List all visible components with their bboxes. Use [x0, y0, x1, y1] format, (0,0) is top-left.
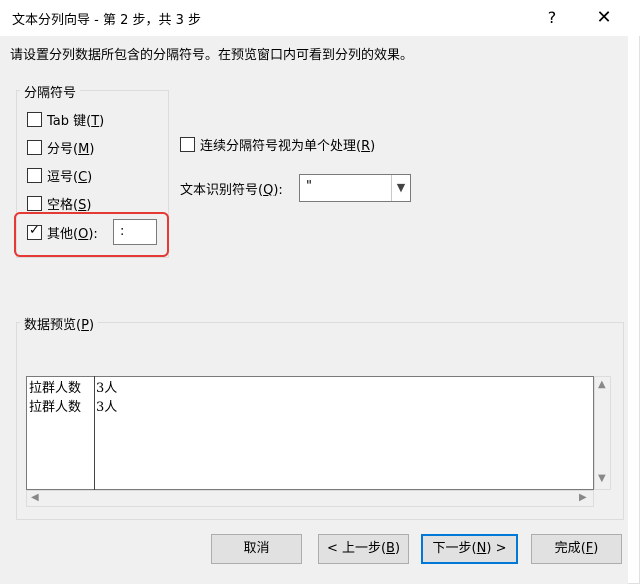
scroll-up-icon[interactable]: ▲ [598, 379, 606, 390]
tab-checkbox[interactable] [27, 112, 42, 127]
semicolon-label-text: 分号 [47, 142, 74, 157]
background-sheet-edge [628, 36, 640, 584]
close-icon[interactable]: ✕ [592, 6, 616, 30]
scroll-left-icon[interactable]: ◀ [31, 492, 39, 503]
comma-checkbox[interactable] [27, 168, 42, 183]
preview-label-text: 数据预览 [24, 318, 77, 333]
next-button[interactable]: 下一步(N) > [421, 534, 518, 564]
back-button[interactable]: < 上一步(B) [318, 534, 409, 564]
tab-checkbox-label[interactable]: Tab 键(T) [47, 110, 104, 129]
consecutive-checkbox[interactable] [180, 137, 195, 152]
window-title: 文本分列向导 - 第 2 步，共 3 步 [12, 13, 202, 28]
next-button-label: 下一步 [432, 541, 472, 556]
finish-button[interactable]: 完成(F) [531, 534, 622, 564]
back-button-label: < 上一步 [326, 541, 381, 556]
text-qualifier-label: 文本识别符号(Q): [180, 183, 283, 198]
help-icon[interactable]: ? [540, 6, 564, 30]
tab-accel-key: T [91, 114, 100, 129]
preview-cell: 拉群人数 [29, 400, 82, 415]
text-qualifier-select[interactable]: " ▼ [299, 174, 411, 202]
comma-label-text: 逗号 [47, 170, 74, 185]
finish-accel-key: F [585, 541, 594, 556]
comma-checkbox-label[interactable]: 逗号(C) [47, 166, 92, 185]
highlight-annotation [14, 212, 169, 257]
chevron-down-icon[interactable]: ▼ [391, 175, 410, 201]
delimiters-group-label: 分隔符号 [20, 82, 81, 101]
cancel-button[interactable]: 取消 [211, 534, 302, 564]
semicolon-accel-key: M [78, 142, 90, 157]
next-button-suffix: > [491, 541, 507, 556]
space-label-text: 空格 [47, 198, 74, 213]
tab-label-text: Tab 键 [47, 114, 87, 129]
preview-cell: 3人 [96, 400, 118, 415]
scroll-down-icon[interactable]: ▼ [598, 473, 606, 484]
space-checkbox-label[interactable]: 空格(S) [47, 194, 91, 213]
finish-button-label: 完成 [554, 541, 581, 556]
text-qualifier-value: " [306, 179, 312, 194]
preview-horizontal-scrollbar[interactable]: ◀ ▶ [26, 490, 594, 507]
preview-cell: 拉群人数 [29, 381, 82, 396]
instruction-text: 请设置分列数据所包含的分隔符号。在预览窗口内可看到分列的效果。 [10, 48, 414, 63]
preview-vertical-scrollbar[interactable]: ▲ ▼ [594, 376, 611, 490]
consecutive-label-text: 连续分隔符号视为单个处理 [200, 139, 357, 154]
semicolon-checkbox[interactable] [27, 140, 42, 155]
preview-column-break[interactable] [94, 376, 95, 490]
semicolon-checkbox-label[interactable]: 分号(M) [47, 138, 94, 157]
scroll-right-icon[interactable]: ▶ [579, 492, 587, 503]
space-accel-key: S [78, 198, 87, 213]
consecutive-accel-key: R [361, 139, 371, 154]
text-qualifier-accel-key: Q [263, 183, 274, 198]
consecutive-checkbox-label[interactable]: 连续分隔符号视为单个处理(R) [200, 135, 375, 154]
preview-group-label: 数据预览(P) [20, 314, 99, 333]
back-accel-key: B [386, 541, 395, 556]
next-accel-key: N [476, 541, 487, 556]
text-qualifier-label-text: 文本识别符号 [180, 183, 259, 198]
preview-cell: 3人 [96, 381, 118, 396]
comma-accel-key: C [78, 170, 88, 185]
preview-accel-key: P [81, 318, 89, 333]
space-checkbox[interactable] [27, 196, 42, 211]
